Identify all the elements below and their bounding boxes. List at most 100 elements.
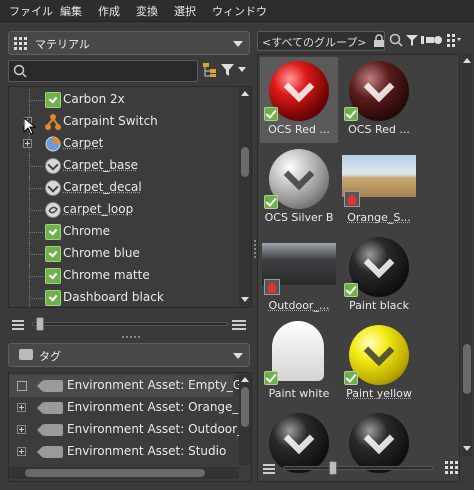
expand-icon[interactable] (17, 447, 26, 456)
library-tile[interactable] (340, 409, 418, 481)
library-panel: <すべてのグループ> OCS Red ... OCS Red ... OCS S… (257, 28, 472, 484)
menu-file[interactable]: ファイル (9, 3, 53, 19)
group-selector[interactable]: <すべてのグループ> (257, 31, 385, 51)
list-item[interactable]: Environment Asset: Orange_Seavie (9, 397, 251, 419)
scroll-up-icon[interactable] (241, 91, 249, 96)
scroll-down-icon[interactable] (241, 297, 249, 302)
material-preview (349, 61, 409, 121)
material-preview (349, 413, 409, 473)
library-scrollbar[interactable] (462, 54, 472, 456)
scroll-thumb[interactable] (25, 469, 205, 477)
expand-icon[interactable] (17, 403, 26, 412)
tag-icon (19, 349, 33, 360)
list-item[interactable]: Environment Asset: Outdoor_Stag (9, 419, 251, 441)
material-preview (269, 61, 329, 121)
list-item[interactable]: Carpaint Switch (9, 111, 233, 135)
library-tile[interactable]: Paint black (340, 233, 418, 319)
menu-bar: ファイル 編集 作成 変換 選択 ウィンドウ (0, 0, 474, 22)
scroll-thumb[interactable] (463, 344, 471, 394)
vray-circle-icon (45, 180, 61, 196)
pane-splitter[interactable] (254, 240, 256, 258)
material-type-label: マテリアル (35, 38, 90, 51)
slider-knob[interactable] (329, 461, 337, 475)
scroll-up-icon[interactable] (241, 377, 249, 382)
filter-dropdown-icon[interactable] (238, 67, 246, 72)
environment-icon (264, 279, 280, 295)
tag-icon (37, 402, 63, 414)
material-preview (349, 237, 409, 297)
library-tile[interactable]: Outdoor_... (260, 233, 338, 319)
expand-icon[interactable] (17, 425, 26, 434)
search-icon[interactable] (389, 33, 403, 50)
list-item[interactable]: carpet_loop (9, 199, 233, 221)
menu-select[interactable]: 選択 (174, 3, 196, 19)
material-preview (272, 321, 324, 381)
material-type-dropdown[interactable]: マテリアル (8, 31, 250, 55)
library-tile[interactable]: Orange_S... (340, 145, 418, 231)
material-list: Carbon 2x Carpaint Switch Carpet Carpet_… (8, 86, 252, 308)
filter-icon[interactable] (405, 33, 419, 50)
material-check-icon (45, 92, 61, 108)
material-check-icon (264, 371, 278, 385)
list-item[interactable]: Dashboard black (9, 287, 233, 307)
grid-menu-icon[interactable] (447, 32, 461, 51)
material-check-icon (344, 371, 358, 385)
list-view-icon[interactable] (12, 320, 24, 332)
slider-knob[interactable] (36, 317, 44, 331)
material-preview (269, 413, 329, 473)
material-check-icon (45, 246, 61, 262)
list-item[interactable]: Environment Asset: Studio (9, 441, 233, 463)
material-check-icon (264, 195, 278, 209)
multi-material-icon (44, 135, 62, 156)
scroll-thumb[interactable] (241, 147, 249, 177)
scroll-thumb[interactable] (241, 387, 249, 427)
filter-icon[interactable] (220, 62, 236, 81)
material-check-icon (45, 268, 61, 284)
list-item[interactable]: Carpet (9, 133, 233, 155)
tag-list: Environment Asset: Empty_Garage Environm… (8, 372, 252, 482)
detail-view-icon[interactable] (232, 320, 246, 332)
list-item[interactable]: Carbon 2x (9, 89, 233, 111)
list-item[interactable]: Chrome blue (9, 243, 233, 265)
toggle-view-icon[interactable] (421, 34, 443, 49)
list-item[interactable]: Chrome (9, 221, 233, 243)
material-check-icon (264, 107, 278, 121)
material-list-scrollbar[interactable] (239, 87, 251, 307)
splitter-handle[interactable] (122, 336, 140, 338)
switch-node-icon (44, 113, 62, 134)
tag-list-scrollbar[interactable] (239, 373, 251, 465)
list-item[interactable]: Carpet_base (9, 155, 233, 177)
scroll-down-icon[interactable] (463, 446, 471, 451)
tag-icon (37, 424, 63, 436)
hierarchy-icon[interactable] (202, 62, 218, 81)
library-tile[interactable]: OCS Red ... (260, 57, 338, 143)
scroll-up-icon[interactable] (463, 58, 471, 63)
tag-dropdown[interactable]: タグ (8, 343, 250, 367)
grid-view-icon[interactable] (445, 461, 459, 478)
expand-icon[interactable] (23, 139, 32, 148)
menu-create[interactable]: 作成 (98, 3, 120, 19)
tile-size-slider[interactable] (283, 466, 433, 470)
material-check-icon (45, 224, 61, 240)
list-item[interactable]: Carpet_decal (9, 177, 233, 199)
list-item[interactable]: Chrome matte (9, 265, 233, 287)
thumbnail-size-slider[interactable] (32, 322, 228, 326)
chevron-down-icon (233, 41, 243, 47)
lock-icon[interactable] (373, 34, 385, 51)
menu-edit[interactable]: 編集 (60, 3, 82, 19)
library-tile[interactable]: OCS Silver B (260, 145, 338, 231)
material-search-input[interactable] (8, 60, 198, 82)
library-tile[interactable]: OCS Red ... (340, 57, 418, 143)
list-view-icon[interactable] (263, 464, 275, 476)
checkbox[interactable] (17, 381, 27, 391)
tag-icon (37, 380, 63, 392)
environment-icon (344, 191, 360, 207)
vray-circle-icon (45, 158, 61, 174)
menu-convert[interactable]: 変換 (136, 3, 158, 19)
library-tile[interactable]: Paint white (260, 321, 338, 407)
list-item[interactable]: Environment Asset: Empty_Garage (9, 375, 251, 397)
library-tile[interactable]: Paint yellow (340, 321, 418, 407)
material-check-icon (344, 107, 358, 121)
menu-window[interactable]: ウィンドウ (212, 3, 267, 19)
tag-list-hscrollbar[interactable] (9, 467, 239, 479)
